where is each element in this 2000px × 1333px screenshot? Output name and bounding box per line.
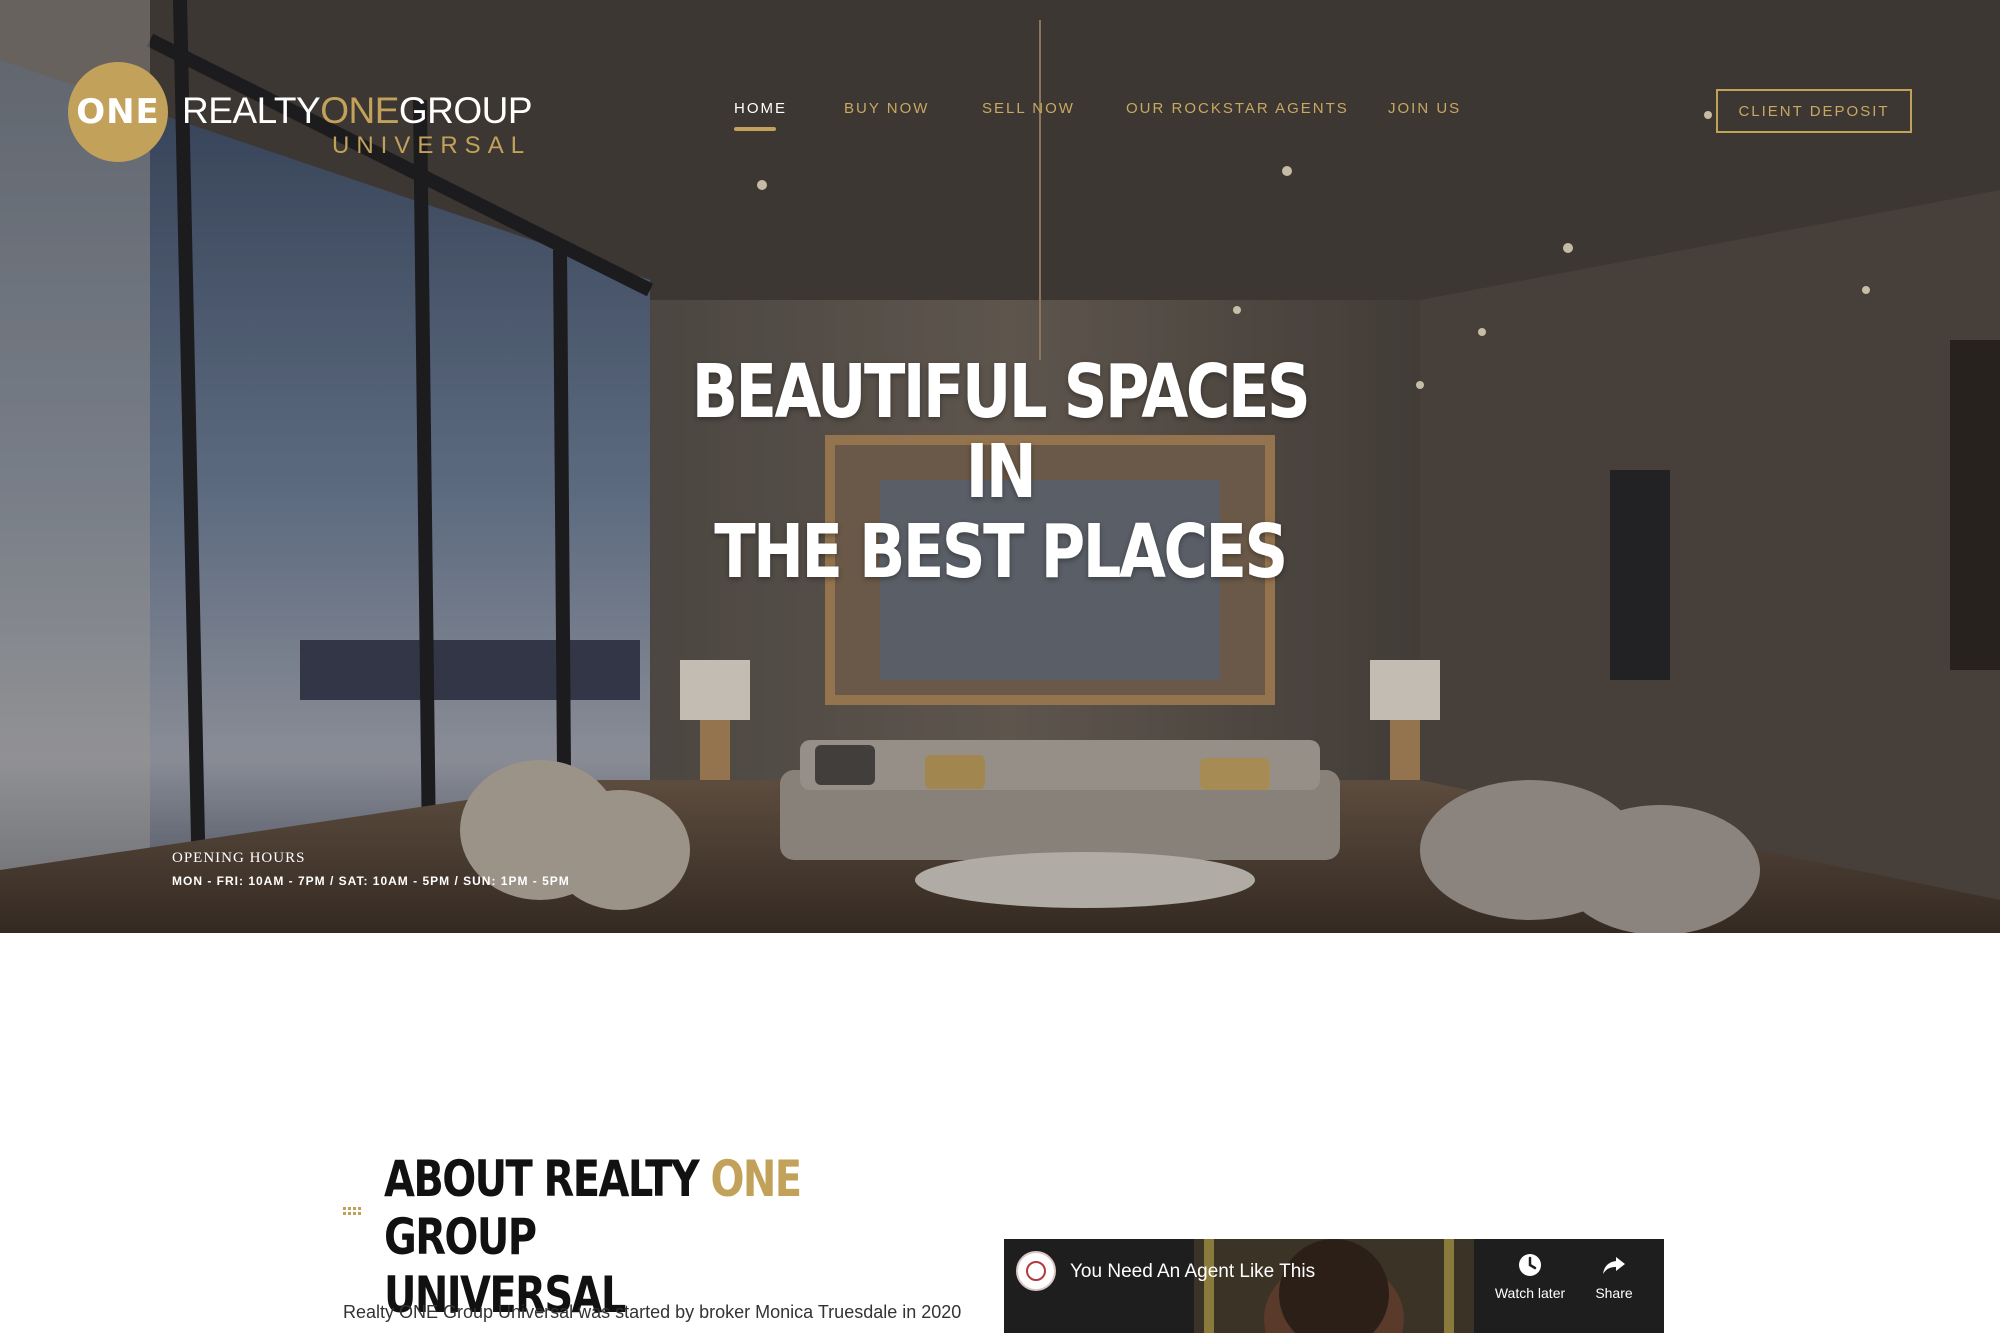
about-heading-part3: GROUP xyxy=(384,1208,537,1266)
about-heading: ABOUT REALTY ONE GROUP UNIVERSAL xyxy=(384,1150,944,1324)
hero-headline: BEAUTIFUL SPACES IN THE BEST PLACES xyxy=(672,352,1328,592)
about-paragraph: Realty ONE Group Universal was started b… xyxy=(343,1302,962,1322)
logo-circle-mark: ONE xyxy=(68,62,168,162)
nav-active-underline xyxy=(734,127,776,131)
nav-item-rockstar-agents[interactable]: OUR ROCKSTAR AGENTS xyxy=(1126,100,1349,117)
brand-logo[interactable]: ONE REALTYONEGROUP UNIVERSAL xyxy=(68,60,533,165)
about-decorative-dots xyxy=(343,1207,365,1217)
channel-logo-icon[interactable] xyxy=(1016,1251,1056,1291)
logo-mark-text: ONE xyxy=(76,92,160,132)
nav-item-join-us[interactable]: JOIN US xyxy=(1388,100,1461,117)
logo-word-realty: REALTY xyxy=(182,90,321,131)
nav-item-label: OUR ROCKSTAR AGENTS xyxy=(1126,100,1349,117)
about-heading-line1: ABOUT REALTY ONE GROUP xyxy=(384,1150,944,1266)
nav-item-label: BUY NOW xyxy=(844,100,930,117)
opening-hours-title: OPENING HOURS xyxy=(172,850,306,866)
client-deposit-button[interactable]: CLIENT DEPOSIT xyxy=(1716,89,1912,133)
nav-item-label: JOIN US xyxy=(1388,100,1462,117)
opening-hours: OPENING HOURS MON - FRI: 10AM - 7PM / SA… xyxy=(172,850,570,888)
logo-subtitle: UNIVERSAL xyxy=(332,132,532,159)
logo-wordmark: REALTYONEGROUP xyxy=(182,90,533,132)
nav-item-sell-now[interactable]: SELL NOW xyxy=(982,100,1075,117)
logo-word-one: ONE xyxy=(320,90,399,131)
client-deposit-label: CLIENT DEPOSIT xyxy=(1738,102,1890,120)
nav-item-label: HOME xyxy=(734,100,787,117)
hero-headline-line2: THE BEST PLACES xyxy=(714,509,1288,595)
hero-section: ONE REALTYONEGROUP UNIVERSAL HOME BUY NO… xyxy=(0,0,2000,933)
nav-item-home[interactable]: HOME xyxy=(734,100,787,131)
clock-icon xyxy=(1519,1254,1541,1276)
nav-item-buy-now[interactable]: BUY NOW xyxy=(844,100,929,117)
watch-later-button[interactable]: Watch later xyxy=(1490,1251,1570,1301)
video-title[interactable]: You Need An Agent Like This xyxy=(1070,1261,1315,1283)
opening-hours-times: MON - FRI: 10AM - 7PM / SAT: 10AM - 5PM … xyxy=(172,874,570,888)
nav-item-label: SELL NOW xyxy=(982,100,1075,117)
share-label: Share xyxy=(1595,1285,1633,1301)
share-arrow-icon xyxy=(1603,1257,1625,1274)
hero-headline-line1: BEAUTIFUL SPACES IN xyxy=(691,349,1311,515)
logo-word-group: GROUP xyxy=(398,90,533,131)
share-button[interactable]: Share xyxy=(1574,1251,1654,1301)
about-heading-part1: ABOUT REALTY xyxy=(384,1150,711,1208)
about-heading-one: ONE xyxy=(710,1150,802,1208)
watch-later-label: Watch later xyxy=(1494,1285,1566,1301)
video-embed[interactable]: You Need An Agent Like This Watch later … xyxy=(1004,1239,1664,1333)
